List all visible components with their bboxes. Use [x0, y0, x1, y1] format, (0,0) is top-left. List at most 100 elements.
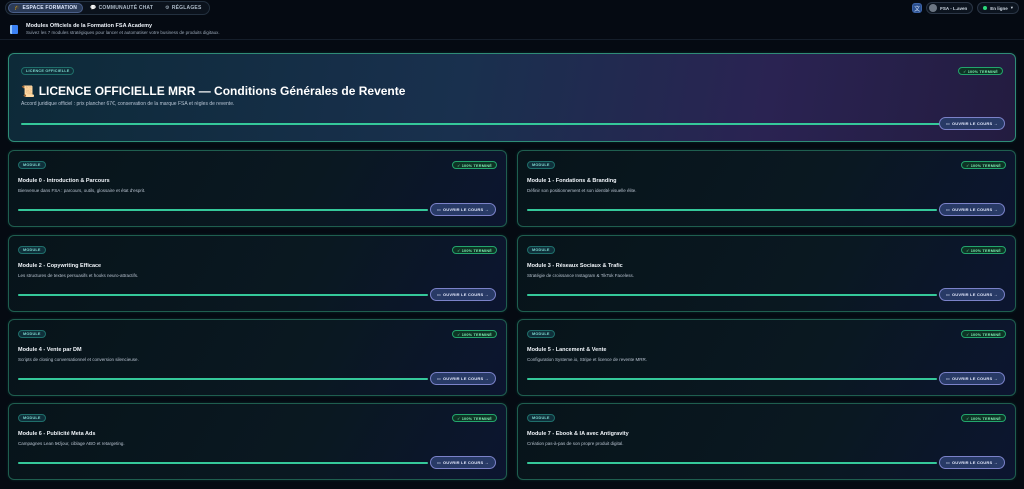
- module-card: MODULE ✓ 100% TERMINÉ Module 0 - Introdu…: [8, 150, 507, 227]
- module-progress-bar: [18, 294, 428, 296]
- module-card: MODULE ✓ 100% TERMINÉ Module 3 - Réseaux…: [517, 235, 1016, 312]
- open-course-button[interactable]: ▭ OUVRIR LE COURS →: [939, 288, 1005, 301]
- module-badge: MODULE: [18, 161, 46, 169]
- completion-badge: ✓ 100% TERMINÉ: [958, 67, 1003, 75]
- module-progress-bar: [527, 294, 937, 296]
- completion-badge: ✓ 100% TERMINÉ: [961, 161, 1006, 169]
- module-progress-bar: [527, 378, 937, 380]
- module-title: Module 2 - Copywriting Efficace: [18, 263, 102, 269]
- module-card: MODULE ✓ 100% TERMINÉ Module 2 - Copywri…: [8, 235, 507, 312]
- module-progress-bar: [18, 378, 428, 380]
- graduation-icon: 🎓: [14, 5, 21, 11]
- license-card: LICENCE OFFICIELLE ✓ 100% TERMINÉ 📜 LICE…: [8, 53, 1016, 142]
- button-label: OUVRIR LE COURS →: [951, 207, 998, 212]
- module-title: Module 1 - Fondations & Branding: [527, 178, 617, 184]
- completion-badge: ✓ 100% TERMINÉ: [452, 330, 497, 338]
- top-bar: 🎓 ESPACE FORMATION 💬 COMMUNAUTÉ CHAT ⚙ R…: [0, 0, 1024, 16]
- module-description: Les structures de textes persuasifs et h…: [18, 273, 139, 278]
- button-label: OUVRIR LE COURS →: [951, 376, 998, 381]
- module-badge: MODULE: [527, 330, 555, 338]
- module-title: Module 7 - Ebook & IA avec Antigravity: [527, 431, 629, 437]
- module-description: Bienvenue dans FSA : parcours, outils, g…: [18, 188, 146, 193]
- completion-badge: ✓ 100% TERMINÉ: [961, 414, 1006, 422]
- open-course-button[interactable]: ▭ OUVRIR LE COURS →: [939, 456, 1005, 469]
- translate-button[interactable]: 文: [912, 3, 923, 13]
- monitor-icon: ▭: [437, 376, 441, 381]
- open-course-button[interactable]: ▭ OUVRIR LE COURS →: [430, 203, 496, 216]
- progress-fill: [527, 294, 937, 296]
- button-label: OUVRIR LE COURS →: [442, 376, 489, 381]
- module-card: MODULE ✓ 100% TERMINÉ Module 7 - Ebook &…: [517, 403, 1016, 480]
- chevron-down-icon: ▾: [1010, 5, 1013, 10]
- monitor-icon: ▭: [437, 460, 441, 465]
- progress-fill: [18, 378, 428, 380]
- monitor-icon: ▭: [946, 121, 950, 126]
- module-title: Module 4 - Vente par DM: [18, 347, 82, 353]
- module-badge: MODULE: [527, 161, 555, 169]
- module-badge: MODULE: [527, 246, 555, 254]
- module-progress-bar: [527, 209, 937, 211]
- status-selector[interactable]: En ligne ▾: [977, 2, 1019, 14]
- module-title: Module 3 - Réseaux Sociaux & Trafic: [527, 263, 623, 269]
- open-course-button[interactable]: ▭ OUVRIR LE COURS →: [430, 456, 496, 469]
- module-title: Module 6 - Publicité Meta Ads: [18, 431, 96, 437]
- module-card: MODULE ✓ 100% TERMINÉ Module 4 - Vente p…: [8, 319, 507, 396]
- progress-fill: [18, 462, 428, 464]
- open-course-button[interactable]: ▭ OUVRIR LE COURS →: [939, 203, 1005, 216]
- tab-espace-formation[interactable]: 🎓 ESPACE FORMATION: [8, 3, 84, 13]
- module-description: Stratégie de croissance Instagram & TikT…: [527, 273, 635, 278]
- monitor-icon: ▭: [946, 376, 950, 381]
- monitor-icon: ▭: [437, 207, 441, 212]
- module-description: Définir son positionnement et son identi…: [527, 188, 637, 193]
- module-progress-bar: [527, 462, 937, 464]
- module-card: MODULE ✓ 100% TERMINÉ Module 1 - Fondati…: [517, 150, 1016, 227]
- license-description: Accord juridique officiel : prix planche…: [21, 101, 235, 107]
- module-description: Campagnes Lean 5€/jour, ciblage ABO et r…: [18, 441, 125, 446]
- button-label: OUVRIR LE COURS →: [951, 292, 998, 297]
- monitor-icon: ▭: [946, 207, 950, 212]
- page-header: Modules Officiels de la Formation FSA Ac…: [0, 20, 1024, 40]
- license-badge: LICENCE OFFICIELLE: [21, 67, 75, 75]
- monitor-icon: ▭: [946, 292, 950, 297]
- book-icon: [10, 25, 18, 34]
- license-title: 📜 LICENCE OFFICIELLE MRR — Conditions Gé…: [21, 84, 405, 98]
- open-course-button[interactable]: ▭ OUVRIR LE COURS →: [939, 117, 1005, 130]
- status-label: En ligne: [990, 5, 1008, 11]
- license-title-text: LICENCE OFFICIELLE MRR — Conditions Géné…: [38, 84, 406, 98]
- completion-badge: ✓ 100% TERMINÉ: [452, 414, 497, 422]
- tab-label: RÉGLAGES: [171, 5, 202, 11]
- page-title: Modules Officiels de la Formation FSA Ac…: [26, 23, 153, 29]
- module-title: Module 0 - Introduction & Parcours: [18, 178, 110, 184]
- progress-fill: [527, 462, 937, 464]
- monitor-icon: ▭: [437, 292, 441, 297]
- open-course-button[interactable]: ▭ OUVRIR LE COURS →: [430, 288, 496, 301]
- open-course-button[interactable]: ▭ OUVRIR LE COURS →: [939, 372, 1005, 385]
- chat-icon: 💬: [90, 5, 97, 11]
- completion-badge: ✓ 100% TERMINÉ: [961, 246, 1006, 254]
- open-course-button[interactable]: ▭ OUVRIR LE COURS →: [430, 372, 496, 385]
- button-label: OUVRIR LE COURS →: [442, 460, 489, 465]
- tab-communaute-chat[interactable]: 💬 COMMUNAUTÉ CHAT: [85, 3, 158, 13]
- completion-badge: ✓ 100% TERMINÉ: [452, 246, 497, 254]
- progress-fill: [18, 294, 428, 296]
- progress-fill: [527, 378, 937, 380]
- module-card: MODULE ✓ 100% TERMINÉ Module 5 - Lanceme…: [517, 319, 1016, 396]
- progress-fill: [527, 209, 937, 211]
- main-tabs: 🎓 ESPACE FORMATION 💬 COMMUNAUTÉ CHAT ⚙ R…: [5, 1, 210, 15]
- user-name: FSA - L.aven: [940, 5, 968, 11]
- button-label: OUVRIR LE COURS →: [951, 460, 998, 465]
- module-progress-bar: [18, 462, 428, 464]
- avatar: [929, 4, 938, 12]
- progress-fill: [18, 209, 428, 211]
- monitor-icon: ▭: [946, 460, 950, 465]
- module-description: Scripts de closing conversationnel et co…: [18, 357, 139, 362]
- completion-badge: ✓ 100% TERMINÉ: [452, 161, 497, 169]
- page-subtitle: Suivez les 7 modules stratégiques pour l…: [26, 30, 220, 35]
- user-menu[interactable]: FSA - L.aven: [926, 2, 974, 14]
- tab-reglages[interactable]: ⚙ RÉGLAGES: [160, 3, 206, 13]
- button-label: OUVRIR LE COURS →: [442, 207, 489, 212]
- module-description: Configuration Systeme.io, Stripe et lice…: [527, 357, 648, 362]
- module-card: MODULE ✓ 100% TERMINÉ Module 6 - Publici…: [8, 403, 507, 480]
- module-badge: MODULE: [18, 414, 46, 422]
- right-tools: 文 FSA - L.aven En ligne ▾: [912, 2, 1019, 14]
